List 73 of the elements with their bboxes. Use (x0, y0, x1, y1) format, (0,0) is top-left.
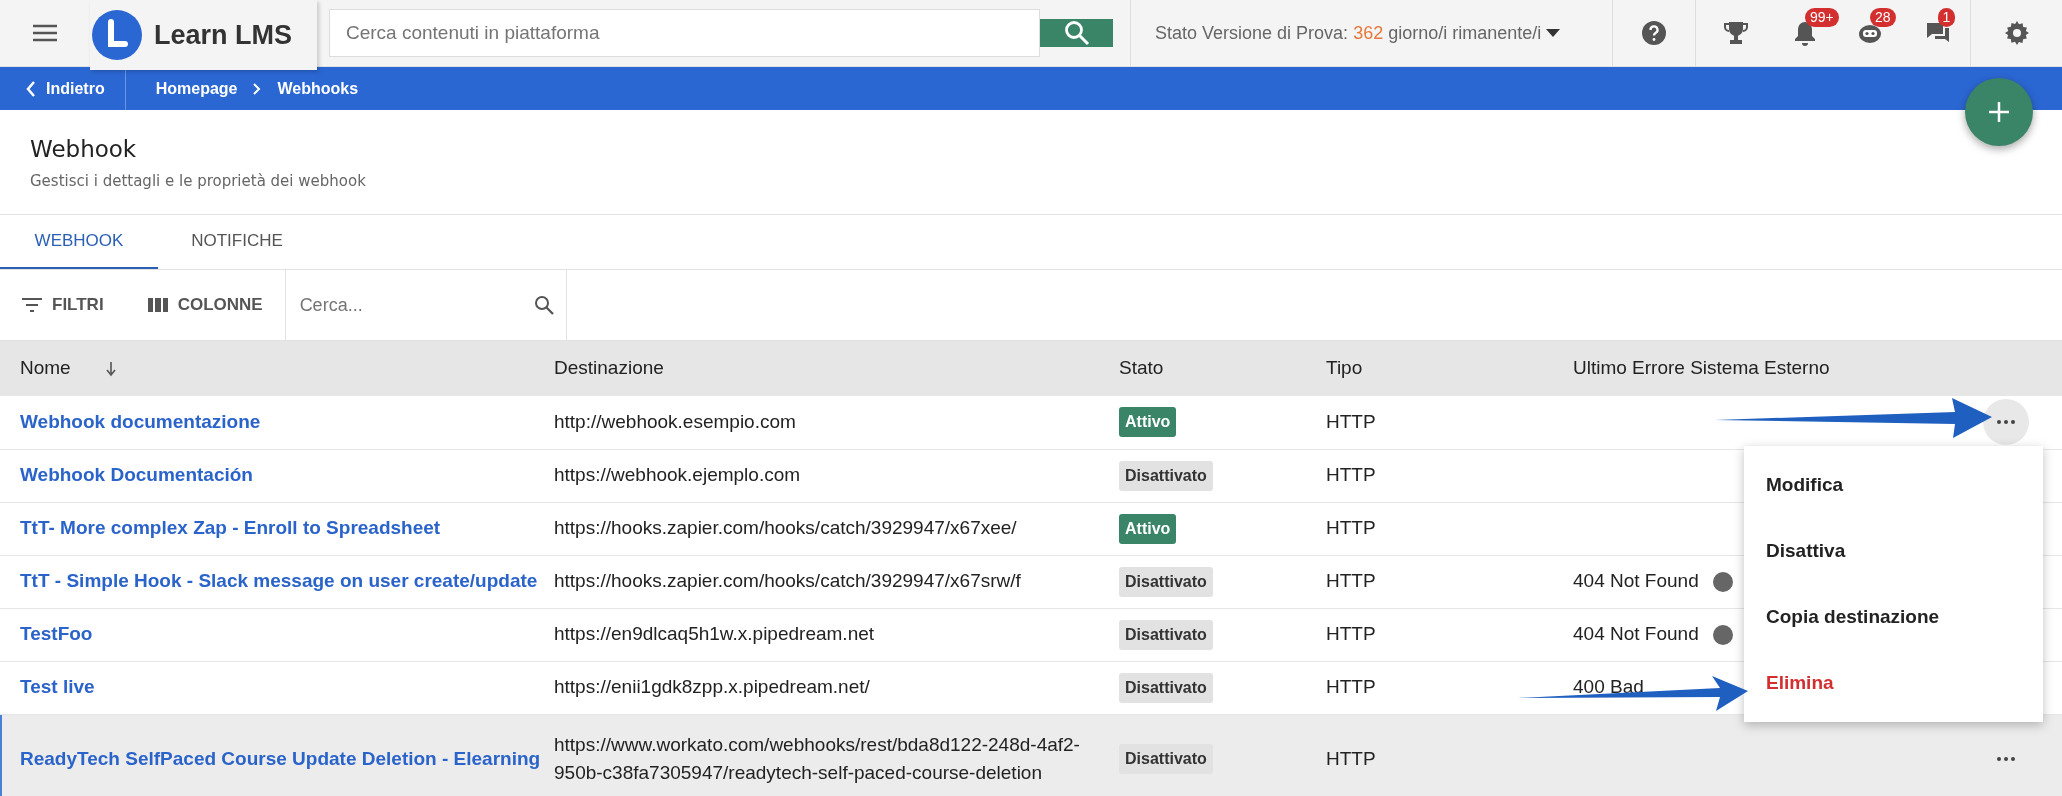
more-icon (1997, 757, 2015, 761)
back-button[interactable]: Indietro (0, 67, 126, 110)
menu-item[interactable]: Elimina (1744, 650, 2043, 716)
error-text: 404 Not Found (1573, 623, 1699, 645)
destination-text: https://hooks.zapier.com/hooks/catch/3929947/x67xee/ (554, 517, 1017, 539)
caret-icon (1546, 29, 1561, 37)
destination-text: https://enii1gdk8zpp.x.pipedream.net/ (554, 676, 870, 698)
webhook-link[interactable]: Webhook documentazione (20, 411, 261, 432)
page-subtitle: Gestisci i dettagli e le proprietà dei webhook (30, 170, 367, 192)
destination-text: https://www.workato.com/webhooks/rest/bda8d122-248d-4af2-950b-c38fa7305947/readytech-self-paced-course-deletion (554, 733, 1080, 783)
toolbar-button[interactable]: 1 (1905, 0, 1970, 67)
notification-badge: 99+ (1805, 7, 1839, 27)
column-header: Tipo (1326, 357, 1363, 379)
chevron-left-icon (26, 80, 36, 97)
chevron-right-icon (253, 82, 262, 95)
search-button[interactable] (1040, 19, 1113, 47)
destination-text: https://webhook.ejemplo.com (554, 464, 801, 486)
webhook-link[interactable]: Webhook Documentación (20, 464, 253, 486)
sort-arrow-icon (104, 361, 117, 378)
destination-text: https://hooks.zapier.com/hooks/catch/3929947/x67srw/f (554, 570, 1021, 592)
search-icon (1063, 20, 1090, 46)
columns-button[interactable]: COLONNE (125, 269, 285, 341)
trophy-icon (1722, 20, 1749, 46)
notification-badge: 28 (1870, 7, 1896, 27)
bell-icon (1792, 20, 1818, 46)
column-header: Destinazione (554, 357, 664, 379)
logo-text: Learn LMS (154, 18, 293, 52)
filter-icon (22, 298, 42, 312)
columns-icon (147, 298, 168, 312)
more-actions-button[interactable] (1983, 399, 2029, 446)
plus-icon (1986, 99, 2012, 125)
status-badge: Disattivato (1119, 566, 1213, 597)
error-text: 400 Bad (1573, 676, 1644, 698)
menu-item[interactable]: Copia destinazione (1744, 584, 2043, 650)
column-header: Stato (1119, 357, 1164, 379)
add-button[interactable] (1965, 78, 2033, 146)
type-text: HTTP (1326, 747, 1376, 769)
type-text: HTTP (1326, 411, 1376, 432)
status-badge: Disattivato (1119, 672, 1213, 703)
breadcrumb-link[interactable]: Homepage (155, 76, 238, 101)
menu-icon (33, 24, 57, 42)
type-text: HTTP (1326, 676, 1376, 698)
trial-status-dropdown[interactable]: Stato Versione di Prova: 362 giorno/i rimanente/i (1130, 0, 1585, 67)
destination-text: https://en9dlcaq5h1w.x.pipedream.net (554, 623, 875, 645)
type-text: HTTP (1326, 570, 1376, 592)
error-text: 404 Not Found (1573, 570, 1699, 592)
status-badge: Attivo (1119, 513, 1177, 544)
column-header: Nome (20, 357, 71, 379)
filters-button[interactable]: FILTRI (0, 269, 126, 341)
type-text: HTTP (1326, 623, 1376, 645)
menu-item[interactable]: Disattiva (1744, 518, 2043, 584)
tab[interactable]: WEBHOOK (0, 215, 158, 269)
webhook-link[interactable]: Test live (20, 676, 95, 698)
page-title: Webhook (30, 136, 138, 164)
status-badge: Disattivato (1119, 619, 1213, 650)
tab[interactable]: NOTIFICHE (158, 215, 316, 269)
search-icon (533, 295, 554, 315)
type-text: HTTP (1326, 464, 1376, 486)
status-badge: Attivo (1119, 407, 1177, 438)
breadcrumb-link[interactable]: Webhooks (277, 76, 359, 101)
settings-icon (2003, 20, 2030, 46)
status-badge: Disattivato (1119, 744, 1213, 774)
destination-text: http://webhook.esempio.com (554, 411, 796, 432)
help-icon (1641, 20, 1667, 46)
webhook-link[interactable]: TtT - Simple Hook - Slack message on user create/update (20, 570, 538, 592)
notification-badge: 1 (1937, 7, 1956, 27)
type-text: HTTP (1326, 517, 1376, 539)
menu-item[interactable]: Modifica (1744, 452, 2043, 518)
webhook-link[interactable]: TestFoo (20, 623, 93, 645)
more-icon (1997, 420, 2015, 425)
column-header: Ultimo Errore Sistema Esterno (1573, 357, 1830, 379)
status-badge: Disattivato (1119, 460, 1213, 491)
webhook-link[interactable]: TtT- More complex Zap - Enroll to Spreadsheet (20, 517, 441, 539)
